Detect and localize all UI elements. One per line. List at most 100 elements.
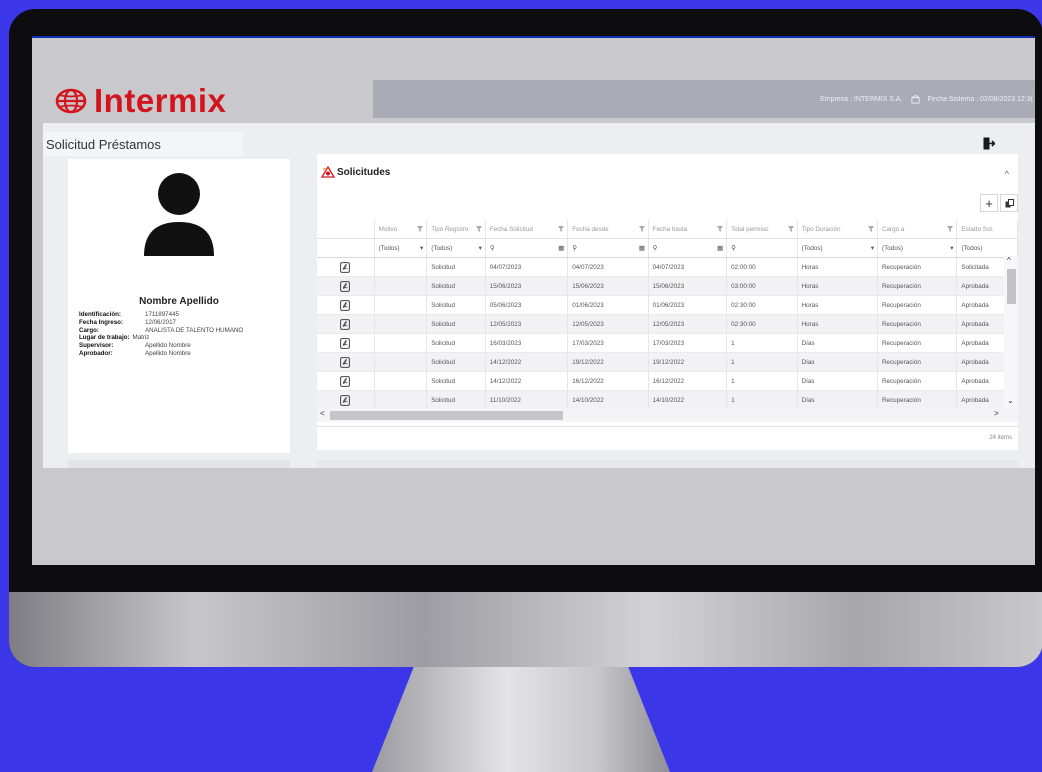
filter-icon[interactable] bbox=[558, 226, 565, 232]
field-label: Supervisor: bbox=[79, 342, 114, 350]
header-label: Estado Sol. bbox=[961, 225, 994, 233]
dropdown-caret-icon: ▾ bbox=[478, 244, 482, 252]
header-cell-fecha-hasta[interactable]: Fecha hasta bbox=[649, 220, 728, 238]
grid-header: Motivo Tipo Registro Fecha Solicitud Fec… bbox=[317, 220, 1018, 239]
row-action-cell[interactable] bbox=[317, 391, 375, 409]
profile-row-identificacion: Identificación: 1711897445 bbox=[79, 311, 243, 319]
calendar-icon[interactable]: ▦ bbox=[558, 245, 564, 252]
row-action-cell[interactable] bbox=[317, 353, 375, 371]
scroll-up-icon[interactable]: ^ bbox=[1007, 256, 1011, 265]
filter-icon[interactable] bbox=[638, 226, 645, 232]
table-cell bbox=[375, 353, 428, 371]
search-icon: ⚲ bbox=[572, 244, 577, 252]
header-cell-fecha-desde[interactable]: Fecha desde bbox=[568, 220, 649, 238]
header-cell-estado[interactable]: Estado Sol. bbox=[957, 220, 1018, 238]
filter-fecha-hasta[interactable]: ⚲ ▦ bbox=[649, 239, 728, 257]
filter-tipo-registro[interactable]: (Todos) ▾ bbox=[427, 239, 486, 257]
pdf-icon[interactable] bbox=[340, 280, 351, 292]
table-cell: 12/05/2023 bbox=[486, 315, 569, 333]
scroll-left-icon[interactable]: < bbox=[320, 409, 325, 418]
header-cell-motivo[interactable]: Motivo bbox=[375, 220, 428, 238]
scroll-right-icon[interactable]: > bbox=[994, 409, 999, 418]
filter-icon[interactable] bbox=[475, 226, 482, 232]
globe-logo-icon bbox=[55, 88, 87, 114]
table-cell: 15/06/2023 bbox=[486, 277, 569, 295]
row-action-cell[interactable] bbox=[317, 277, 375, 295]
profile-row-aprobador: Aprobador: Apellido Nombre bbox=[79, 350, 243, 358]
table-row[interactable]: Solicitud 12/05/2023 12/05/2023 12/05/2023 0… bbox=[317, 315, 1018, 334]
table-row[interactable]: Solicitud 15/06/2023 15/06/2023 15/06/2023 0… bbox=[317, 277, 1018, 296]
table-cell: 12/05/2023 bbox=[568, 315, 649, 333]
filter-total-permiso[interactable]: ⚲ bbox=[727, 239, 798, 257]
table-cell: 03:00:00 bbox=[727, 277, 798, 295]
table-cell: Horas bbox=[798, 277, 878, 295]
vertical-scroll-thumb[interactable] bbox=[1007, 269, 1016, 304]
header-cell-fecha-solicitud[interactable]: Fecha Solicitud bbox=[486, 220, 569, 238]
requests-grid: Motivo Tipo Registro Fecha Solicitud Fec… bbox=[317, 218, 1018, 414]
scroll-down-icon[interactable]: ⌄ bbox=[1007, 396, 1014, 405]
table-cell: Solicitud bbox=[427, 372, 486, 390]
header-cell-tipo-registro[interactable]: Tipo Registro bbox=[427, 220, 486, 238]
pdf-icon[interactable] bbox=[340, 375, 351, 387]
table-row[interactable]: Solicitud 04/07/2023 04/07/2023 04/07/2023 0… bbox=[317, 258, 1018, 277]
chevron-up-icon[interactable]: ^ bbox=[1005, 169, 1009, 179]
table-cell bbox=[375, 315, 428, 333]
export-button[interactable] bbox=[1000, 194, 1018, 212]
horizontal-scrollbar[interactable]: < > bbox=[317, 408, 1018, 422]
pdf-icon[interactable] bbox=[340, 337, 351, 349]
table-row[interactable]: Solicitud 16/03/2023 17/03/2023 17/03/2023 1… bbox=[317, 334, 1018, 353]
row-action-cell[interactable] bbox=[317, 315, 375, 333]
table-cell bbox=[375, 258, 428, 276]
filter-icon[interactable] bbox=[787, 226, 794, 232]
table-cell: Solicitud bbox=[427, 315, 486, 333]
table-cell: 1 bbox=[727, 391, 798, 409]
brand-logo: Intermix bbox=[54, 82, 226, 120]
header-cell-tipo-duracion[interactable]: Tipo Duración bbox=[798, 220, 878, 238]
filter-icon[interactable] bbox=[947, 226, 954, 232]
pdf-icon[interactable] bbox=[340, 261, 351, 273]
table-row[interactable]: Solicitud 14/12/2022 16/12/2022 16/12/2022 1… bbox=[317, 372, 1018, 391]
table-cell: Recuperación bbox=[878, 315, 958, 333]
panel-divider bbox=[317, 426, 1018, 427]
table-cell: 14/12/2022 bbox=[486, 372, 569, 390]
table-cell: 05/06/2023 bbox=[486, 296, 569, 314]
row-action-cell[interactable] bbox=[317, 372, 375, 390]
table-cell: 14/12/2022 bbox=[486, 353, 569, 371]
filter-motivo[interactable]: (Todos) ▾ bbox=[375, 239, 428, 257]
filter-cargo-a[interactable]: (Todos) ▾ bbox=[878, 239, 958, 257]
table-cell: Solicitud bbox=[427, 334, 486, 352]
calendar-icon[interactable]: ▦ bbox=[717, 245, 723, 252]
row-action-cell[interactable] bbox=[317, 334, 375, 352]
calendar-icon[interactable]: ▦ bbox=[639, 245, 645, 252]
field-value: ANALISTA DE TALENTO HUMANO bbox=[145, 326, 244, 334]
pdf-icon[interactable] bbox=[340, 318, 351, 330]
table-cell: 1 bbox=[727, 334, 798, 352]
vertical-scrollbar[interactable]: ^ ⌄ bbox=[1004, 256, 1018, 408]
table-cell: Horas bbox=[798, 315, 878, 333]
pdf-icon[interactable] bbox=[340, 356, 351, 368]
pdf-icon[interactable] bbox=[340, 299, 351, 311]
horizontal-scroll-thumb[interactable] bbox=[330, 411, 563, 420]
filter-icon[interactable] bbox=[868, 226, 874, 232]
exit-icon[interactable] bbox=[983, 137, 995, 150]
filter-value: (Todos) bbox=[801, 244, 823, 252]
filter-estado[interactable]: (Todos) bbox=[957, 239, 1018, 257]
field-value: Matriz bbox=[132, 334, 150, 342]
table-row[interactable]: Solicitud 14/12/2022 19/12/2022 19/12/2022 1… bbox=[317, 353, 1018, 372]
filter-icon[interactable] bbox=[417, 226, 424, 232]
pdf-icon[interactable] bbox=[340, 394, 351, 406]
table-cell: Solicitud bbox=[427, 391, 486, 409]
filter-value: (Todos) bbox=[378, 244, 400, 252]
row-action-cell[interactable] bbox=[317, 296, 375, 314]
filter-fecha-solicitud[interactable]: ⚲ ▦ bbox=[486, 239, 569, 257]
add-button[interactable]: + bbox=[980, 194, 998, 212]
header-cell-cargo-a[interactable]: Cargo a bbox=[878, 220, 958, 238]
table-row[interactable]: Solicitud 05/06/2023 01/06/2023 01/06/2023 0… bbox=[317, 296, 1018, 315]
row-action-cell[interactable] bbox=[317, 258, 375, 276]
filter-icon[interactable] bbox=[717, 226, 724, 232]
table-cell: Recuperación bbox=[878, 277, 958, 295]
filter-tipo-duracion[interactable]: (Todos) ▾ bbox=[798, 239, 878, 257]
filter-fecha-desde[interactable]: ⚲ ▦ bbox=[568, 239, 649, 257]
table-cell: Solicitud bbox=[427, 277, 486, 295]
header-cell-total-permiso[interactable]: Total permiso bbox=[727, 220, 798, 238]
